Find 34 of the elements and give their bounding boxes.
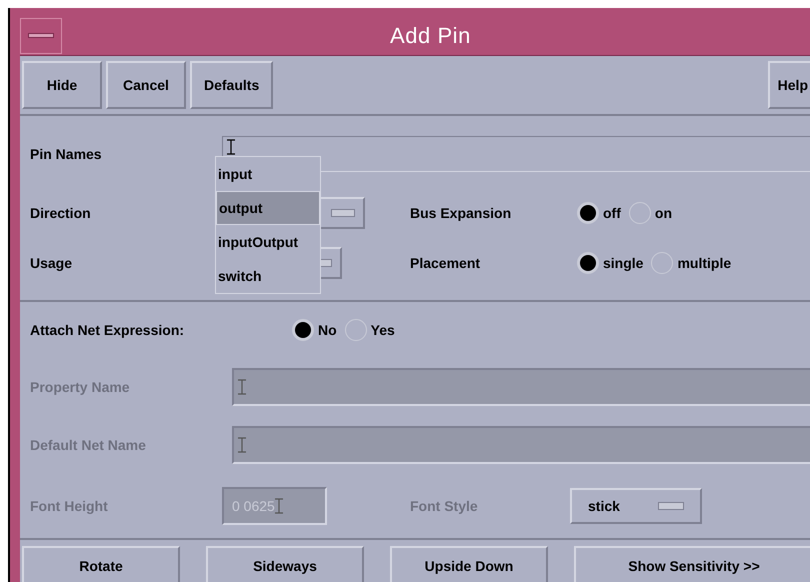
menu-item[interactable]: inputOutput [216, 225, 320, 259]
text-cursor-icon [274, 498, 283, 514]
radio-option[interactable]: Yes [344, 319, 395, 341]
field-label: Usage [30, 254, 74, 273]
action-button[interactable]: Show Sensitivity >> [574, 546, 810, 582]
action-button[interactable]: Upside Down [390, 546, 548, 582]
field-label: Direction [30, 204, 92, 222]
menu-item[interactable]: input [216, 157, 320, 191]
field-label: Default Net Name [30, 436, 147, 454]
text-cursor-icon [227, 139, 235, 155]
window-title: Add Pin [390, 22, 471, 50]
window-menu-button[interactable] [20, 18, 62, 54]
field-label: Pin Names [30, 144, 103, 164]
action-button[interactable]: Rotate [22, 546, 180, 582]
field-label: Font Height [30, 496, 109, 516]
action-button[interactable]: Sideways [206, 546, 364, 582]
toolbar-button[interactable]: Help [768, 61, 810, 109]
menu-item[interactable]: switch [216, 259, 320, 293]
radio-option[interactable]: No [292, 319, 337, 341]
field-label: Placement [410, 254, 482, 272]
text-cursor-icon [238, 437, 246, 453]
radio-option[interactable]: multiple [651, 252, 732, 274]
field-label: Attach Net Expression: [30, 320, 186, 340]
menu-item[interactable]: output [216, 191, 320, 225]
text-field[interactable] [232, 426, 810, 464]
radio-option[interactable]: single [577, 252, 644, 274]
toolbar-button[interactable]: Defaults [190, 61, 274, 109]
field-label: Font Style [410, 496, 479, 516]
field-label: Bus Expansion [410, 204, 512, 223]
text-field[interactable] [232, 368, 810, 406]
text-cursor-icon [238, 379, 246, 395]
field-label: Property Name [30, 378, 131, 397]
toolbar-button[interactable]: Hide [22, 61, 102, 109]
toolbar-button[interactable]: Cancel [106, 61, 186, 109]
